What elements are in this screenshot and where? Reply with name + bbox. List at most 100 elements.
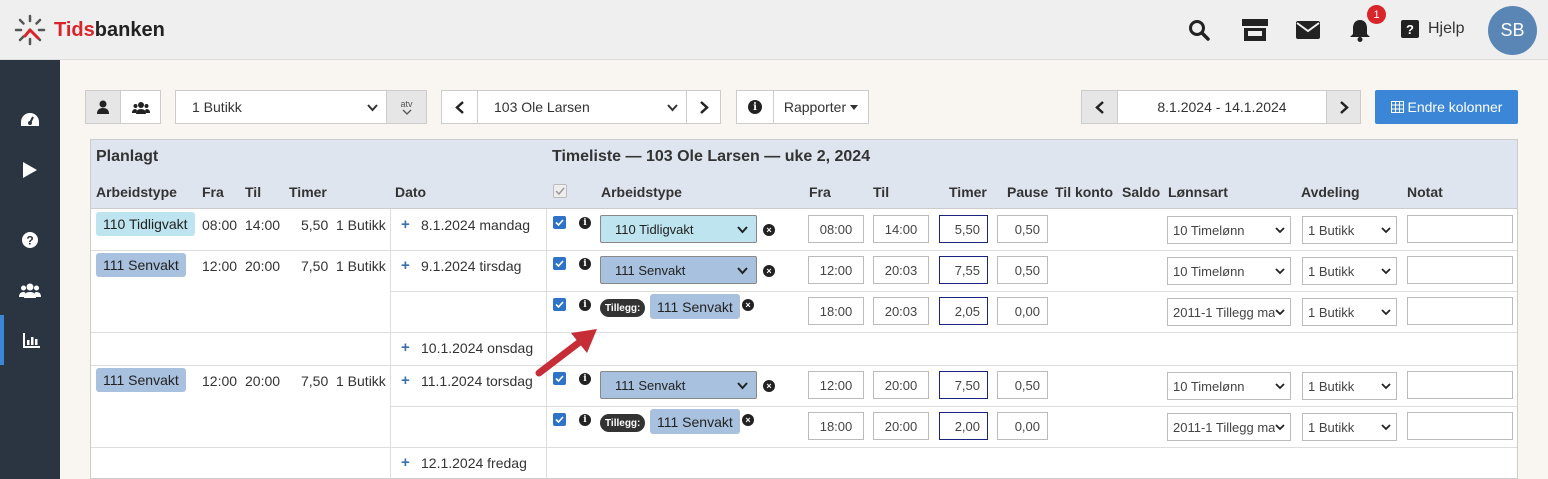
wage-type-select[interactable]: 10 Timelønn: [1167, 216, 1291, 244]
planned-hours: 5,50: [301, 217, 329, 233]
users-icon: [131, 101, 150, 114]
wage-type-select[interactable]: 2011-1 Tillegg ma: [1167, 413, 1291, 441]
help-link[interactable]: ? Hjelp: [1401, 20, 1464, 38]
wage-type-select[interactable]: 10 Timelønn: [1167, 257, 1291, 285]
col-type: Arbeidstype: [601, 184, 682, 200]
chevron-down-icon: [667, 104, 678, 112]
info-icon[interactable]: i: [579, 299, 591, 311]
note-input[interactable]: [1407, 256, 1513, 284]
reports-dropdown[interactable]: Rapporter: [773, 90, 869, 124]
to-input[interactable]: 20:00: [873, 371, 929, 399]
sort-toggle[interactable]: atv: [386, 90, 427, 124]
search-icon[interactable]: [1187, 18, 1211, 42]
department-select[interactable]: 1 Butikk: [1302, 372, 1397, 400]
pause-input[interactable]: 0,50: [997, 371, 1048, 399]
info-icon: i: [748, 100, 762, 114]
notification-badge: 1: [1367, 5, 1386, 24]
planned-to: 20:00: [245, 258, 281, 274]
from-input[interactable]: 18:00: [808, 412, 864, 440]
question-icon: ?: [22, 232, 38, 248]
store-select[interactable]: 1 Butikk: [175, 90, 387, 124]
col-to-account: Til konto: [1055, 184, 1114, 200]
add-entry-icon[interactable]: +: [401, 454, 410, 471]
pause-input[interactable]: 0,00: [997, 297, 1048, 325]
add-entry-icon[interactable]: +: [401, 339, 410, 356]
hours-input[interactable]: 2,00: [939, 412, 988, 440]
pause-input[interactable]: 0,50: [997, 256, 1048, 284]
chevron-down-icon: [1275, 422, 1285, 432]
select-all-checkbox[interactable]: [553, 184, 567, 198]
add-entry-icon[interactable]: +: [401, 216, 410, 233]
chevron-left-icon: [1094, 100, 1104, 114]
chevron-down-icon: [1275, 225, 1285, 235]
note-input[interactable]: [1407, 371, 1513, 399]
date-label: 9.1.2024 tirsdag: [421, 258, 522, 274]
department-select[interactable]: 1 Butikk: [1302, 216, 1397, 244]
remove-icon[interactable]: ×: [763, 265, 775, 277]
next-week-button[interactable]: [1326, 90, 1361, 124]
hours-input[interactable]: 5,50: [939, 215, 988, 243]
col-wage-type: Lønnsart: [1168, 184, 1228, 200]
wage-type-select[interactable]: 2011-1 Tillegg ma: [1167, 298, 1291, 326]
department-select[interactable]: 1 Butikk: [1302, 298, 1397, 326]
wage-type-select[interactable]: 10 Timelønn: [1167, 372, 1291, 400]
avatar[interactable]: SB: [1488, 6, 1537, 55]
from-input[interactable]: 12:00: [808, 371, 864, 399]
row-checkbox[interactable]: [553, 257, 566, 270]
row-checkbox[interactable]: [553, 298, 566, 311]
annotation-arrow-icon: [535, 329, 597, 377]
info-button[interactable]: i: [736, 90, 774, 124]
pause-input[interactable]: 0,50: [997, 215, 1048, 243]
col-planned-type: Arbeidstype: [96, 184, 177, 200]
from-input[interactable]: 18:00: [808, 297, 864, 325]
prev-week-button[interactable]: [1081, 90, 1118, 124]
row-checkbox[interactable]: [553, 216, 566, 229]
remove-icon[interactable]: ×: [742, 414, 754, 426]
remove-icon[interactable]: ×: [763, 380, 775, 392]
date-label: 11.1.2024 torsdag: [421, 373, 533, 389]
from-input[interactable]: 08:00: [808, 215, 864, 243]
to-input[interactable]: 20:03: [873, 256, 929, 284]
to-input[interactable]: 20:00: [873, 412, 929, 440]
info-icon[interactable]: i: [579, 414, 591, 426]
department-select[interactable]: 1 Butikk: [1302, 257, 1397, 285]
sidebar-item-users[interactable]: [0, 265, 60, 315]
hours-input[interactable]: 2,05: [939, 297, 988, 325]
pause-input[interactable]: 0,00: [997, 412, 1048, 440]
edit-columns-button[interactable]: Endre kolonner: [1375, 90, 1518, 124]
add-entry-icon[interactable]: +: [401, 257, 410, 274]
type-select[interactable]: 110 Tidligvakt: [600, 215, 757, 243]
info-icon[interactable]: i: [579, 217, 591, 229]
type-select[interactable]: 111 Senvakt: [600, 371, 757, 399]
sidebar-item-reports[interactable]: [0, 315, 60, 365]
next-employee-button[interactable]: [686, 90, 721, 124]
date-range[interactable]: 8.1.2024 - 14.1.2024: [1117, 90, 1327, 124]
note-input[interactable]: [1407, 215, 1513, 243]
employee-select[interactable]: 103 Ole Larsen: [477, 90, 687, 124]
group-toggle[interactable]: [120, 90, 161, 124]
mail-icon[interactable]: [1295, 18, 1321, 42]
hours-input[interactable]: 7,55: [939, 256, 988, 284]
single-user-toggle[interactable]: [85, 90, 121, 124]
logo[interactable]: Tidsbanken: [14, 14, 165, 46]
hours-input[interactable]: 7,50: [939, 371, 988, 399]
to-input[interactable]: 20:03: [873, 297, 929, 325]
type-select[interactable]: 111 Senvakt: [600, 256, 757, 284]
remove-icon[interactable]: ×: [763, 224, 775, 236]
sidebar-item-help[interactable]: ?: [0, 215, 60, 265]
row-checkbox[interactable]: [553, 413, 566, 426]
to-input[interactable]: 14:00: [873, 215, 929, 243]
note-input[interactable]: [1407, 412, 1513, 440]
prev-employee-button[interactable]: [441, 90, 478, 124]
department-select[interactable]: 1 Butikk: [1302, 413, 1397, 441]
bell-icon[interactable]: [1348, 18, 1372, 42]
sidebar-item-dashboard[interactable]: [0, 95, 60, 145]
store-icon[interactable]: [1240, 18, 1270, 42]
note-input[interactable]: [1407, 297, 1513, 325]
remove-icon[interactable]: ×: [742, 299, 754, 311]
add-entry-icon[interactable]: +: [401, 372, 410, 389]
info-icon[interactable]: i: [579, 258, 591, 270]
planned-to: 14:00: [245, 217, 281, 233]
from-input[interactable]: 12:00: [808, 256, 864, 284]
sidebar-item-play[interactable]: [0, 145, 60, 195]
